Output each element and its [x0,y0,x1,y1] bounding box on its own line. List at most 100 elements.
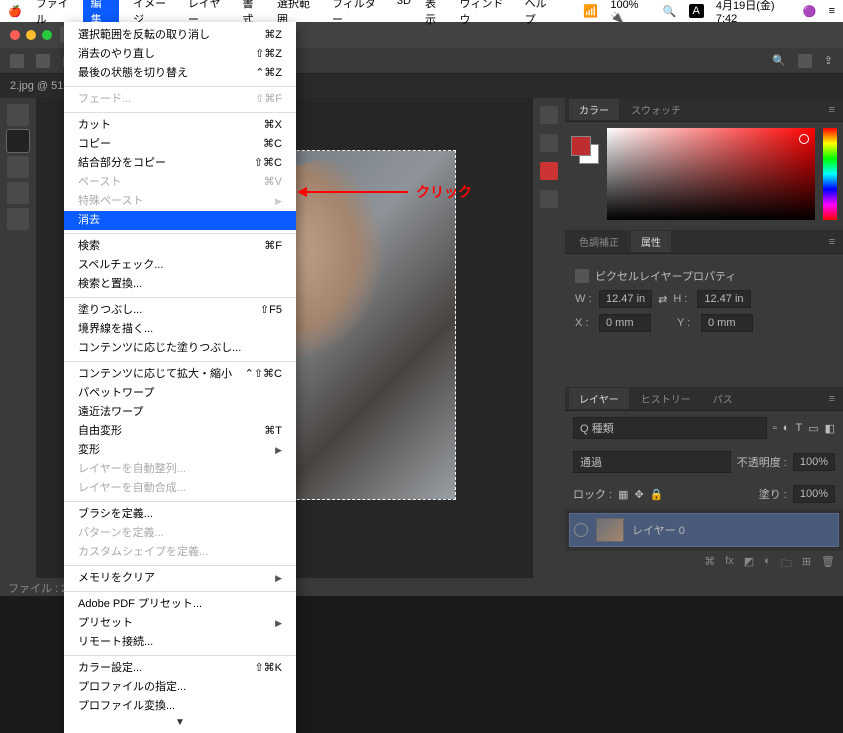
battery-status[interactable]: 100% 🔌 [610,0,651,24]
ime-indicator[interactable]: A [689,4,704,18]
menu-item[interactable]: 結合部分をコピー⇧⌘C [64,154,296,173]
tab-swatches[interactable]: スウォッチ [621,99,691,120]
menu-item[interactable]: コンテンツに応じて拡大・縮小⌃⇧⌘C [64,365,296,384]
siri-icon[interactable]: 🟣 [803,5,817,18]
tab-paths[interactable]: パス [703,388,743,409]
menu-フィルター[interactable]: フィルター [332,0,383,27]
crop-tool[interactable] [7,156,29,178]
menu-ヘルプ[interactable]: ヘルプ [525,0,556,27]
menu-item[interactable]: カット⌘X [64,116,296,135]
color-field[interactable] [607,128,815,220]
menu-表示[interactable]: 表示 [425,0,445,27]
menu-item[interactable]: 検索⌘F [64,237,296,256]
color-panel[interactable] [565,122,843,230]
lock-all-icon[interactable]: 🔒 [650,488,664,501]
lasso-tool[interactable] [7,130,29,152]
edit-menu-dropdown[interactable]: 選択範囲を反転の取り消し⌘Z消去のやり直し⇧⌘Z最後の状態を切り替え⌃⌘Zフェー… [64,22,296,733]
swatch-panel-icon[interactable] [540,162,558,180]
layer-row[interactable]: レイヤー 0 [569,513,839,547]
opacity-field[interactable]: 100% [793,453,835,471]
styles-panel-icon[interactable] [540,190,558,208]
menu-item[interactable]: 境界線を描く... [64,320,296,339]
traffic-lights[interactable] [10,30,52,40]
layer-name[interactable]: レイヤー 0 [632,522,685,538]
layer-list[interactable]: レイヤー 0 [565,509,843,551]
filter-image-icon[interactable]: ▫ [773,422,777,434]
workspace-icon[interactable] [798,54,812,68]
color-panel-tabs[interactable]: カラー スウォッチ ≡ [565,98,843,122]
menu-item[interactable]: 最後の状態を切り替え⌃⌘Z [64,64,296,83]
spotlight-icon[interactable]: 🔍 [663,5,677,18]
tool-palette[interactable] [0,98,36,578]
tool-preset-icon[interactable] [10,54,24,68]
menu-item[interactable]: メモリをクリア [64,569,296,588]
collapsed-panel-strip[interactable] [533,98,565,578]
fx-icon[interactable]: fx [725,555,734,574]
menu-ウィンドウ[interactable]: ウィンドウ [459,0,510,27]
link-layers-icon[interactable]: ⌘ [704,555,715,574]
menu-3d[interactable]: 3D [397,0,411,27]
adjustment-icon[interactable]: ◐ [764,555,771,574]
h-field[interactable]: 12.47 in [697,290,750,308]
layer-thumbnail[interactable] [596,518,624,542]
menu-item[interactable]: 消去 [64,211,296,230]
y-field[interactable]: 0 mm [701,314,753,332]
notification-center-icon[interactable]: ≡ [829,5,835,17]
menu-item[interactable]: リモート接続... [64,633,296,652]
group-icon[interactable]: 🗀 [781,555,792,574]
blend-mode-select[interactable]: 通過 [573,451,731,473]
menu-item[interactable]: スペルチェック... [64,256,296,275]
menu-item[interactable]: 消去のやり直し⇧⌘Z [64,45,296,64]
menu-item[interactable]: プロファイルの指定... [64,678,296,697]
tab-history[interactable]: ヒストリー [631,388,701,409]
menu-item[interactable]: 検索と置換... [64,275,296,294]
tool-4[interactable] [7,182,29,204]
tab-layers[interactable]: レイヤー [569,388,629,409]
menu-item[interactable]: 遠近法ワープ [64,403,296,422]
brush-panel-icon[interactable] [540,106,558,124]
tab-color[interactable]: カラー [569,99,619,120]
menu-item[interactable]: パペットワープ [64,384,296,403]
link-wh-icon[interactable]: ⇄ [658,293,667,306]
filter-adjust-icon[interactable]: ◐ [783,422,790,434]
menu-item[interactable]: 塗りつぶし...⇧F5 [64,301,296,320]
wifi-icon[interactable]: 📶 [583,4,598,18]
menu-item[interactable]: プリセット [64,614,296,633]
clone-panel-icon[interactable] [540,134,558,152]
menu-scroll-down-icon[interactable]: ▼ [64,716,296,729]
tool-5[interactable] [7,208,29,230]
tab-adjustments[interactable]: 色調補正 [569,231,629,252]
filter-shape-icon[interactable]: ▭ [808,422,818,435]
properties-panel-tabs[interactable]: 色調補正 属性 ≡ [565,230,843,254]
lock-position-icon[interactable]: ✥ [635,488,644,501]
menu-item[interactable]: ブラシを定義... [64,505,296,524]
menu-item[interactable]: 選択範囲を反転の取り消し⌘Z [64,26,296,45]
color-cursor[interactable] [799,134,809,144]
minimize-window-button[interactable] [26,30,36,40]
filter-type-icon[interactable]: T [795,422,802,434]
mac-menu-bar[interactable]: 🍎 ファイル編集イメージレイヤー書式選択範囲フィルター3D表示ウィンドウヘルプ … [0,0,843,22]
menu-item[interactable]: Adobe PDF プリセット... [64,595,296,614]
hue-slider[interactable] [823,128,837,220]
filter-smart-icon[interactable]: ◧ [825,422,835,435]
menu-item[interactable]: コピー⌘C [64,135,296,154]
zoom-window-button[interactable] [42,30,52,40]
menu-item[interactable]: 変形 [64,441,296,460]
tab-properties[interactable]: 属性 [631,231,671,252]
layers-panel-tabs[interactable]: レイヤー ヒストリー パス ≡ [565,387,843,411]
panel-menu-icon[interactable]: ≡ [821,236,843,248]
search-icon[interactable]: 🔍 [772,54,786,67]
layer-panel-footer[interactable]: ⌘ fx ◩ ◐ 🗀 ⊞ 🗑 [565,551,843,578]
menu-item[interactable]: プロファイル変換... [64,697,296,716]
layer-filter-select[interactable]: Q 種類 [573,417,767,439]
mode-icon[interactable] [36,54,50,68]
menu-item[interactable]: カラー設定...⇧⌘K [64,659,296,678]
delete-layer-icon[interactable]: 🗑 [821,555,835,574]
fg-color-swatch[interactable] [571,136,591,156]
visibility-toggle-icon[interactable] [574,523,588,537]
close-window-button[interactable] [10,30,20,40]
new-layer-icon[interactable]: ⊞ [802,555,811,574]
menu-item[interactable]: コンテンツに応じた塗りつぶし... [64,339,296,358]
move-tool[interactable] [7,104,29,126]
share-icon[interactable]: ⇪ [824,54,833,67]
